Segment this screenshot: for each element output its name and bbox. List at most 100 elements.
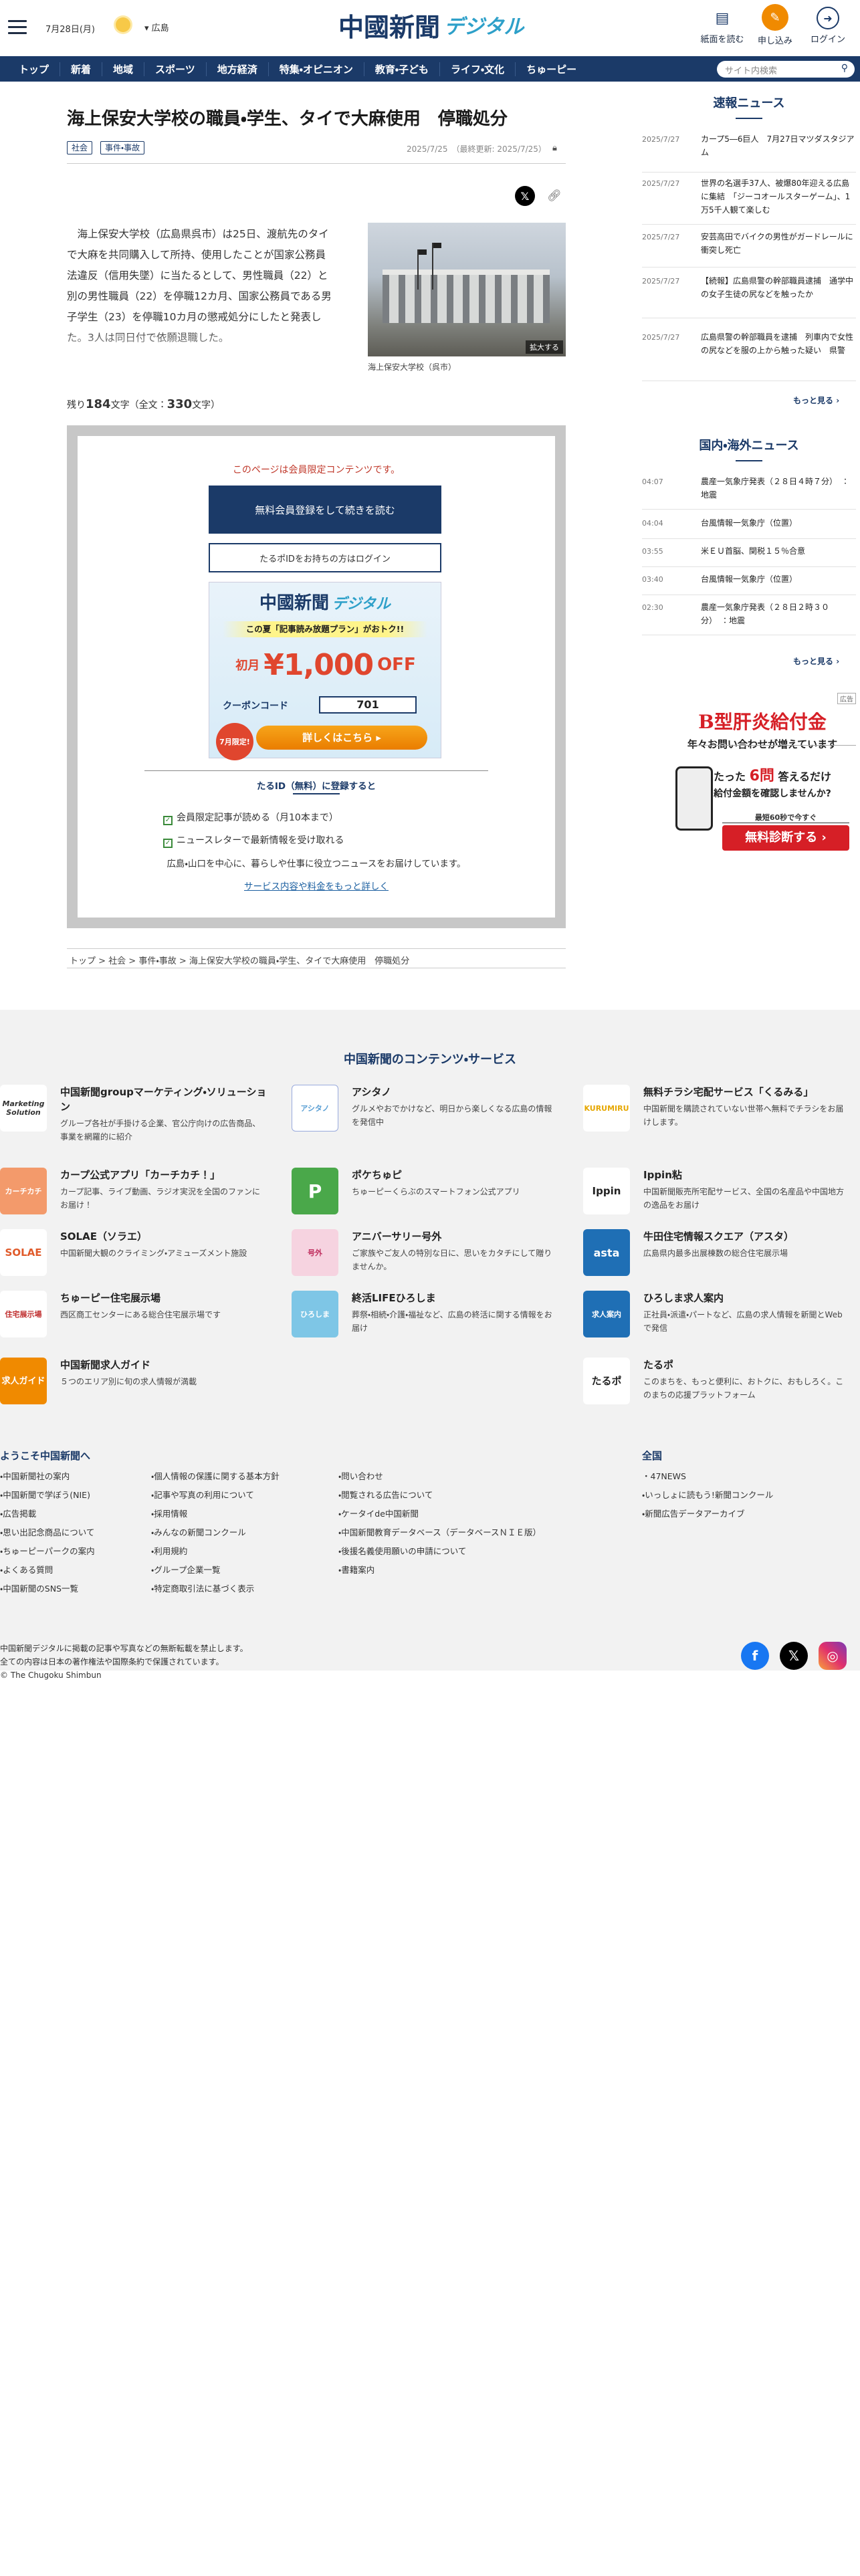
breaking-more-link[interactable]: もっと見る ›: [793, 395, 839, 406]
more-details-link[interactable]: サービス内容や料金をもっと詳しく: [78, 879, 555, 892]
news-item[interactable]: 2025/7/27 世界の名選手37人、被爆80年迎える広島に集結 「ジーコオール…: [642, 177, 856, 225]
ad-title: B型肝炎給付金: [698, 711, 827, 733]
service-item[interactable]: Marketing Solution 中国新聞groupマーケティング・ソリューシ…: [0, 1085, 267, 1145]
read-paper-button[interactable]: ▤ 紙面を読む: [699, 7, 746, 45]
service-desc: 中国新聞を購読されていない世帯へ無料でチラシをお届けします。: [643, 1104, 844, 1127]
share-x-icon[interactable]: 𝕏: [515, 186, 535, 206]
footer-link[interactable]: ケータイde中国新聞: [338, 1505, 541, 1523]
world-more-link[interactable]: もっと見る ›: [793, 655, 839, 667]
nav-item-new[interactable]: 新着: [60, 62, 103, 76]
tag-incident[interactable]: 事件・事故: [100, 141, 145, 154]
service-desc: ご家族やご友人の特別な日に、思いをカタチにして贈りませんか。: [352, 1249, 552, 1271]
news-item[interactable]: 2025/7/27 【続報】広島県警の幹部職員逮捕 通学中の女子生徒の尻などを触っ…: [642, 274, 856, 318]
facebook-icon[interactable]: f: [741, 1642, 769, 1670]
service-item[interactable]: 求人ガイド 中国新聞求人ガイド ５つのエリア別に旬の求人情報が満載: [0, 1358, 267, 1418]
breadcrumb[interactable]: トップ > 社会 > 事件・事故 > 海上保安大学校の職員・学生、タイで大麻使用…: [67, 948, 566, 968]
promo-brand: 中國新聞: [259, 593, 329, 613]
footer-link[interactable]: 閲覧される広告について: [338, 1486, 541, 1505]
weather-sun-icon: [116, 17, 130, 32]
x-icon[interactable]: 𝕏: [780, 1642, 808, 1670]
footer-link[interactable]: 利用規約: [151, 1542, 280, 1561]
footer-link[interactable]: 新聞広告データアーカイブ: [642, 1505, 773, 1523]
footer-link[interactable]: 思い出記念商品について: [0, 1523, 95, 1542]
article-photo[interactable]: 拡大する: [368, 223, 566, 356]
nav-item-region[interactable]: 地域: [102, 62, 145, 76]
region-label: 広島: [151, 23, 169, 33]
footer-link[interactable]: 記事や写真の利用について: [151, 1486, 280, 1505]
register-button[interactable]: 無料会員登録をして続きを読む: [209, 486, 441, 534]
service-item[interactable]: 求人案内 ひろしま求人案内 正社員・派遣・パートなど、広島の求人情報を新聞とWebで…: [583, 1291, 851, 1351]
ad-banner[interactable]: 広告 B型肝炎給付金 年々お問い合わせが増えています たった 6問 答えるだけ …: [669, 693, 856, 867]
service-item[interactable]: アシタノ アシタノ グルメやおでかけなど、明日から楽しくなる広島の情報を発信中: [292, 1085, 559, 1145]
service-item[interactable]: Ippin Ippin粘 中国新聞販売所宅配サービス、全国の名産品や中国地方の逸品を…: [583, 1168, 851, 1228]
footer-links-col4: 47NEWS いっしょに読もう!新聞コンクール 新聞広告データアーカイブ: [642, 1467, 773, 1523]
news-item[interactable]: 03:55 米ＥＵ首脳、関税１５％合意: [642, 544, 856, 567]
footer-link[interactable]: 中国新聞教育データベース（データベースＮＩＥ版）: [338, 1523, 541, 1542]
footer-link[interactable]: ちゅーピーパークの案内: [0, 1542, 94, 1561]
service-item[interactable]: KURUMIRU 無料チラシ宅配サービス「くるみる」 中国新聞を購読されていない世帯…: [583, 1085, 851, 1145]
remaining-chars: 残り184文字（全文：330文字）: [67, 397, 220, 411]
nav-item-sports[interactable]: スポーツ: [144, 62, 207, 76]
footer-link[interactable]: いっしょに読もう!新聞コンクール: [642, 1486, 773, 1505]
instagram-icon[interactable]: ◎: [819, 1642, 847, 1670]
benefit-text: ニュースレターで最新情報を受け取れる: [177, 835, 344, 846]
news-item[interactable]: 02:30 農産一気象庁発表（２８日２時３０分） ：地震: [642, 601, 856, 635]
news-item[interactable]: 03:40 台風情報一気象庁（位置）: [642, 572, 856, 595]
login-taru-button[interactable]: たるポIDをお持ちの方はログイン: [209, 543, 441, 572]
news-item[interactable]: 2025/7/27 安芸高田でバイクの男性がガードレールに衝突し死亡: [642, 230, 856, 267]
service-item[interactable]: たるポ たるポ このまちを、もっと便利に、おトクに、おもしろく。このまちの応援プラッ…: [583, 1358, 851, 1418]
tag-society[interactable]: 社会: [67, 141, 93, 154]
service-desc: 葬祭・相続・介護・福祉など、広島の終活に関する情報をお届け: [352, 1310, 552, 1333]
footer-link[interactable]: 中国新聞社の案内: [0, 1467, 95, 1486]
news-item[interactable]: 2025/7/27 広島県警の幹部職員を逮捕 列車内で女性の尻などを服の上から触っ…: [642, 330, 856, 381]
nav-item-chupy[interactable]: ちゅーピー: [516, 62, 587, 76]
nav-item-life[interactable]: ライフ・文化: [440, 62, 516, 76]
footer-link[interactable]: みんなの新聞コンクール: [151, 1523, 280, 1542]
promo-banner[interactable]: 中國新聞 デジタル この夏「記事読み放題プラン」がおトク!! 初月 ¥1,000…: [209, 582, 441, 760]
footer-link[interactable]: 書籍案内: [338, 1561, 541, 1580]
footer-link[interactable]: 47NEWS: [642, 1467, 773, 1486]
service-item[interactable]: ひろしま 終活LIFEひろしま 葬祭・相続・介護・福祉など、広島の終活に関する情報を…: [292, 1291, 559, 1351]
news-item[interactable]: 04:07 農産一気象庁発表（２８日４時７分） ：地震: [642, 475, 856, 510]
footer-link[interactable]: グループ企業一覧: [151, 1561, 280, 1580]
flagpole: [417, 249, 419, 290]
footer-link[interactable]: 中国新聞で学ぼう(NIE): [0, 1486, 95, 1505]
service-item[interactable]: SOLAE SOLAE（ソラエ） 中国新聞大観のクライミング・アミューズメント施設: [0, 1229, 267, 1289]
nav-item-education[interactable]: 教育・子ども: [364, 62, 440, 76]
footer-link[interactable]: 採用情報: [151, 1505, 280, 1523]
footer-link[interactable]: 広告掲載: [0, 1505, 95, 1523]
ad-cta-label: 無料診断する: [745, 831, 818, 845]
service-item[interactable]: 住宅展示場 ちゅーピー住宅展示場 西区商工センターにある総合住宅展示場です: [0, 1291, 267, 1351]
subscribe-button[interactable]: ✎ 申し込み: [752, 4, 798, 46]
news-item[interactable]: 04:04 台風情報一気象庁（位置）: [642, 516, 856, 539]
footer-link[interactable]: よくある質問: [0, 1561, 95, 1580]
search-input[interactable]: サイト内検索 ⚲: [717, 61, 855, 78]
menu-icon[interactable]: [8, 16, 27, 38]
ad-cta[interactable]: 無料診断する ›: [722, 825, 849, 851]
service-item[interactable]: asta 牛田住宅情報スクエア（アスタ） 広島県内最多出展棟数の総合住宅展示場: [583, 1229, 851, 1289]
copy-link-icon[interactable]: 🔗︎: [546, 187, 563, 205]
service-item[interactable]: P ポケちゅピ ちゅーピーくらぶのスマートフォン公式アプリ: [292, 1168, 559, 1228]
nav-item-top[interactable]: トップ: [8, 62, 61, 76]
footer-link[interactable]: 問い合わせ: [338, 1467, 541, 1486]
service-item[interactable]: カーチカチ カープ公式アプリ「カーチカチ！」 カープ記事、ライブ動画、ラジオ実況を全…: [0, 1168, 267, 1228]
news-text: 台風情報一気象庁（位置）: [701, 518, 798, 528]
service-logo: アシタノ: [292, 1085, 338, 1132]
service-item[interactable]: 号外 アニバーサリー号外 ご家族やご友人の特別な日に、思いをカタチにして贈りませんか…: [292, 1229, 559, 1289]
news-date: 2025/7/27: [642, 179, 680, 188]
nav-item-feature[interactable]: 特集・オピニオン: [269, 62, 364, 76]
promo-cta[interactable]: 詳しくはこちら ▸: [256, 726, 427, 750]
service-name: ひろしま求人案内: [643, 1292, 724, 1304]
news-item[interactable]: 2025/7/27 カープ5―6巨人 7月27日マツダスタジアム: [642, 132, 856, 173]
footer-link[interactable]: 中国新聞のSNS一覧: [0, 1580, 95, 1598]
footer-links-col3: 問い合わせ 閲覧される広告について ケータイde中国新聞 中国新聞教育データベー…: [338, 1467, 541, 1580]
footer-link[interactable]: 個人情報の保護に関する基本方針: [151, 1467, 280, 1486]
enlarge-button[interactable]: 拡大する: [526, 340, 563, 354]
nav-item-economy[interactable]: 地方経済: [207, 62, 269, 76]
login-button[interactable]: ➜ ログイン: [804, 7, 851, 45]
search-icon[interactable]: ⚲: [841, 63, 848, 74]
footer-link[interactable]: 後援名義使用願いの申請について: [338, 1542, 541, 1561]
region-select[interactable]: ▾ 広島: [144, 21, 169, 33]
footer-link[interactable]: 特定商取引法に基づく表示: [151, 1580, 280, 1598]
site-logo[interactable]: 中國新聞 デジタル: [338, 8, 524, 42]
